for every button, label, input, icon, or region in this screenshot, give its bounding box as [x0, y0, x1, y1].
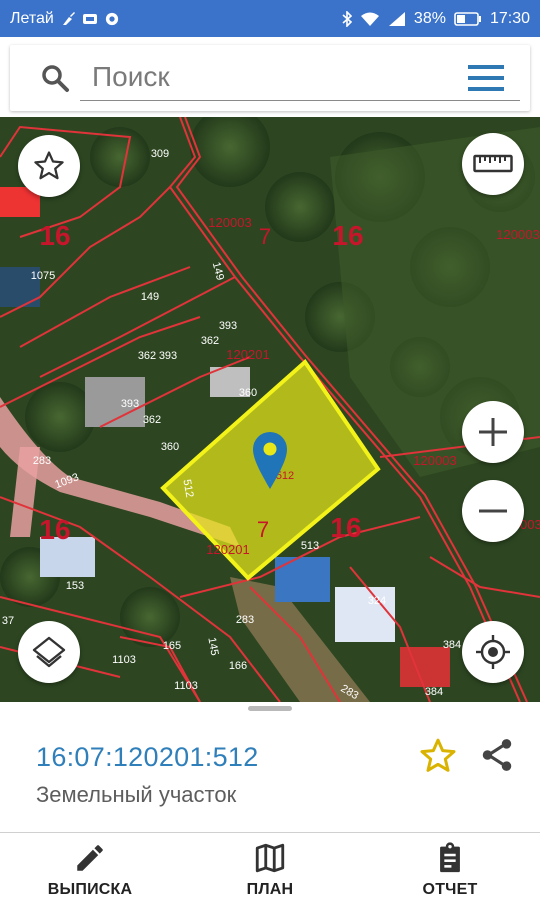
layers-button[interactable]: [18, 621, 80, 683]
map-label: 393: [219, 320, 237, 332]
search-bar-container: Поиск: [0, 37, 540, 117]
map-label: 16: [330, 512, 361, 543]
search-input[interactable]: Поиск: [80, 55, 520, 101]
map-label: 165: [163, 640, 181, 652]
map-label: 283: [236, 614, 254, 626]
signal-icon: [388, 11, 405, 26]
map-label: 120003: [496, 227, 539, 242]
map-label: 324: [368, 595, 386, 607]
locate-icon: [476, 635, 510, 669]
map-label: 513: [301, 540, 319, 552]
zoom-out-button[interactable]: [462, 480, 524, 542]
map-label: 16: [332, 220, 363, 251]
battery-percent: 38%: [413, 9, 446, 27]
locate-button[interactable]: [462, 621, 524, 683]
map-label: 384: [443, 639, 461, 651]
hamburger-menu-icon[interactable]: [468, 65, 504, 91]
clock: 17:30: [489, 9, 530, 27]
zoom-in-button[interactable]: [462, 401, 524, 463]
map-icon: [255, 843, 285, 873]
map-label: 16: [39, 220, 70, 251]
map-label: 362: [201, 335, 219, 347]
map-label: 1075: [31, 270, 55, 282]
map-label: 393: [121, 398, 139, 410]
clipboard-icon: [440, 842, 460, 873]
layers-icon: [32, 636, 66, 668]
pencil-icon: [77, 845, 103, 871]
wifi-icon: [360, 12, 379, 26]
map-label: 153: [66, 580, 84, 592]
map-label: 360: [161, 441, 179, 453]
minus-icon: [479, 509, 507, 513]
favorite-button[interactable]: [18, 135, 80, 197]
ruler-button[interactable]: [462, 133, 524, 195]
app-root: Летай 38% 17:30 Поиск 309 16 16 7 120003…: [0, 0, 540, 910]
map-label: 362: [143, 414, 161, 426]
map-label: 7: [257, 517, 269, 542]
nav-label: ВЫПИСКА: [47, 881, 133, 898]
map-view[interactable]: 309 16 16 7 120003 120003 1075 149 149 3…: [0, 117, 540, 702]
search-bar: Поиск: [10, 45, 530, 111]
cadastral-number: 16:07:120201:512: [36, 742, 259, 772]
share-icon[interactable]: [478, 736, 516, 774]
parcel-info-sheet: 16:07:120201:512 Земельный участок: [0, 702, 540, 832]
map-label: 1103: [174, 680, 198, 692]
parcel-type: Земельный участок: [36, 782, 237, 807]
nav-item-report[interactable]: ОТЧЕТ: [360, 833, 540, 910]
map-label: 37: [2, 615, 14, 627]
map-label: 360: [239, 387, 257, 399]
broom-icon: [62, 11, 75, 25]
satellite-map: 309 16 16 7 120003 120003 1075 149 149 3…: [0, 117, 540, 702]
nav-label: ОТЧЕТ: [422, 881, 478, 898]
map-label: 120003: [413, 453, 456, 468]
map-label: 16: [39, 514, 70, 545]
nav-item-extract[interactable]: ВЫПИСКА: [0, 833, 180, 910]
map-label: 1103: [112, 654, 136, 666]
map-label: 7: [259, 224, 271, 249]
nav-label: ПЛАН: [246, 881, 294, 898]
map-label: 149: [141, 291, 159, 303]
carrier-name: Летай: [10, 9, 54, 27]
ruler-icon: [473, 154, 513, 173]
bluetooth-icon: [342, 10, 352, 27]
map-label: 393: [159, 350, 177, 362]
nav-item-plan[interactable]: ПЛАН: [180, 833, 360, 910]
map-label: 309: [151, 148, 169, 160]
map-label: 120003: [208, 215, 251, 230]
map-label: 362: [138, 350, 156, 362]
favorite-star-icon[interactable]: [418, 736, 458, 776]
map-label: 283: [33, 455, 51, 467]
map-label: 120201: [226, 347, 269, 362]
search-icon[interactable]: [40, 63, 70, 93]
map-label: 166: [229, 660, 247, 672]
star-icon: [34, 151, 64, 180]
plus-icon: [479, 418, 507, 446]
map-label: 120201: [206, 542, 249, 557]
status-bar: Летай 38% 17:30: [0, 0, 540, 37]
bottom-navigation: ВЫПИСКА ПЛАН ОТЧЕТ: [0, 832, 540, 910]
chrome-icon: [105, 12, 118, 25]
gallery-icon: [82, 13, 97, 24]
battery-icon: [454, 11, 481, 26]
map-label: 384: [425, 686, 443, 698]
sheet-drag-handle[interactable]: [248, 706, 292, 711]
